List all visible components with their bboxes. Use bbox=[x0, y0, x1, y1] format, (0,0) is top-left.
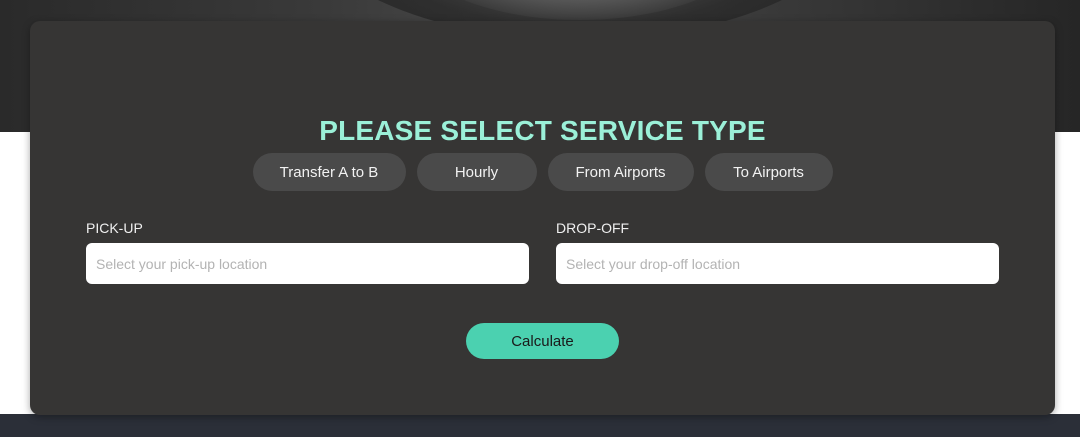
dropoff-label: DROP-OFF bbox=[556, 220, 630, 236]
pickup-location-input[interactable] bbox=[86, 243, 529, 284]
service-type-hourly-button[interactable]: Hourly bbox=[416, 153, 537, 191]
service-type-transfer-button[interactable]: Transfer A to B bbox=[252, 153, 406, 191]
calculate-button[interactable]: Calculate bbox=[466, 323, 619, 359]
dropoff-location-input[interactable] bbox=[556, 243, 999, 284]
booking-form-card: PLEASE SELECT SERVICE TYPE Transfer A to… bbox=[30, 21, 1055, 415]
service-type-to-airports-button[interactable]: To Airports bbox=[704, 153, 833, 191]
pickup-label: PICK-UP bbox=[86, 220, 143, 236]
footer-strip bbox=[0, 414, 1080, 437]
service-type-selector: Transfer A to B Hourly From Airports To … bbox=[30, 153, 1055, 191]
service-type-from-airports-button[interactable]: From Airports bbox=[547, 153, 694, 191]
form-title: PLEASE SELECT SERVICE TYPE bbox=[319, 115, 766, 146]
